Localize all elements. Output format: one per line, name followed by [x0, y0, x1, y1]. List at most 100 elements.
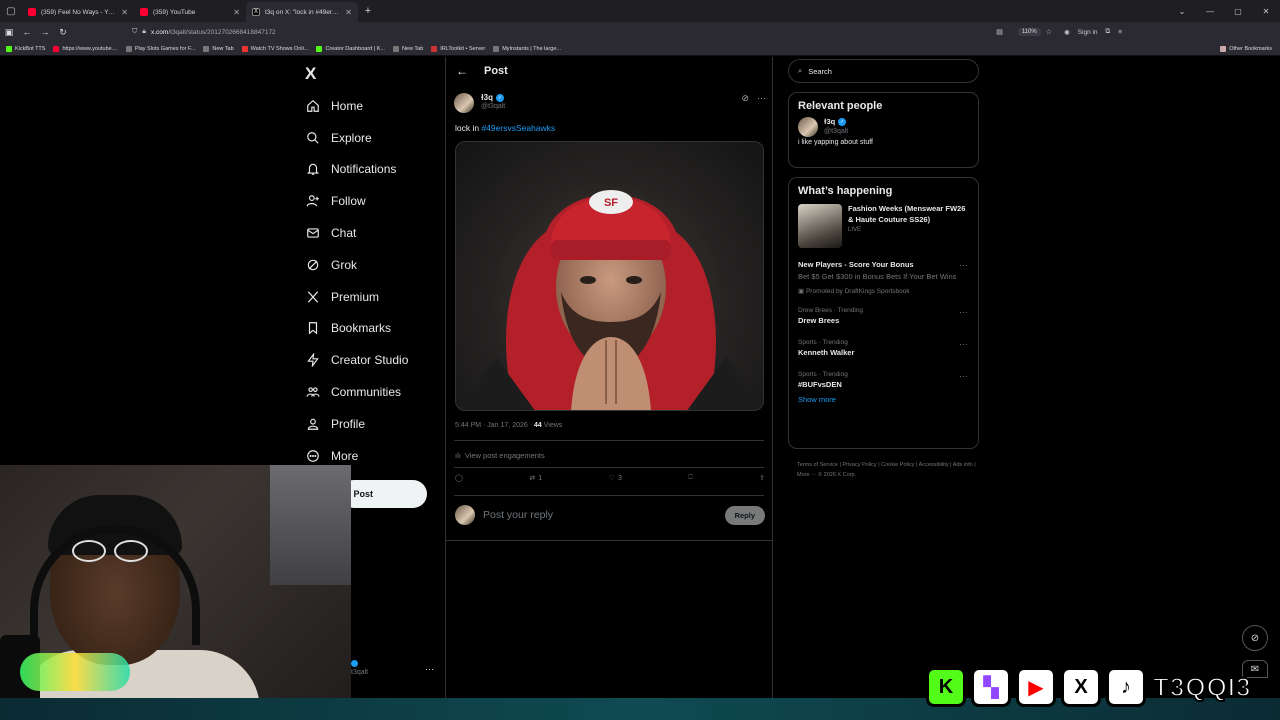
nav-item-profile[interactable]: Profile [305, 408, 408, 440]
show-more-link[interactable]: Show more [789, 389, 978, 414]
new-tab-button[interactable]: + [358, 5, 378, 17]
bookmark-item[interactable]: KickBot TTS [6, 45, 45, 52]
search-input[interactable]: ⌕ Search [788, 59, 979, 83]
close-window-icon[interactable]: ✕ [1252, 7, 1280, 16]
bookmark-item[interactable]: IRLToolkit • Server [431, 45, 485, 52]
tab-overview-icon[interactable]: ▢ [0, 0, 22, 22]
browser-tab-1[interactable]: (359) Feel No Ways - YouTu ✕ [22, 2, 134, 22]
post-media-image[interactable]: SF [455, 141, 764, 411]
author-handle[interactable]: @t3qalt [481, 103, 505, 110]
browser-tab-2[interactable]: (359) YouTube ✕ [134, 2, 246, 22]
address-bar[interactable]: ⛉ 🔒︎ x.com/t3qalt/status/201270266841884… [132, 24, 1052, 40]
nav-label: Follow [331, 194, 366, 209]
avatar[interactable] [454, 93, 474, 113]
rgb-microphone [20, 653, 130, 691]
forward-icon[interactable]: → [36, 27, 54, 37]
page-title: Post [484, 65, 508, 77]
nav-item-creator-studio[interactable]: Creator Studio [305, 344, 408, 376]
close-icon[interactable]: ✕ [345, 8, 352, 17]
back-icon[interactable]: ← [18, 27, 36, 37]
account-more-icon[interactable]: ··· [425, 664, 434, 674]
grok-icon[interactable]: ⊘ [741, 93, 749, 113]
window-controls: ⌄ — ▢ ✕ [1168, 7, 1280, 16]
reply-action[interactable]: ◯ [455, 474, 463, 482]
nav-label: Home [331, 98, 364, 113]
view-engagements-link[interactable]: ılı View post engagements [455, 451, 545, 460]
featured-event[interactable]: Fashion Weeks (Menswear FW26 & Haute Cou… [789, 202, 978, 258]
bookmark-item[interactable]: New Tab [392, 45, 423, 52]
reader-view-icon[interactable]: ▤ [996, 28, 1003, 36]
bookmark-action[interactable]: ⎕ [688, 474, 692, 482]
background-wall [270, 465, 351, 585]
minimize-icon[interactable]: — [1196, 7, 1224, 16]
share-action[interactable]: ⇪ [759, 474, 765, 482]
promoted-trend[interactable]: New Players - Score Your Bonus Bet $5 Ge… [789, 260, 978, 295]
account-handle: t3qalt [351, 669, 369, 676]
more-icon[interactable]: ··· [959, 260, 968, 270]
close-icon[interactable]: ✕ [233, 8, 240, 17]
close-icon[interactable]: ✕ [121, 8, 128, 17]
author-name-row[interactable]: ɫ3q ✓ [481, 93, 505, 102]
reply-input[interactable]: Post your reply [483, 509, 553, 521]
glasses [72, 540, 152, 564]
zoom-level[interactable]: 110% [1017, 28, 1041, 36]
grok-floating-icon[interactable]: ⊘ [1242, 625, 1268, 651]
lock-icon: 🔒︎ [142, 28, 146, 35]
account-icon[interactable]: ◉ [1064, 28, 1070, 36]
browser-tab-3[interactable]: X t3q on X: "lock in #49ersvsSea ✕ [246, 2, 358, 22]
bookmark-item[interactable]: https://www.youtube.... [53, 45, 118, 52]
bookmark-item[interactable]: Play Slots Games for F... [125, 45, 195, 52]
home-icon [305, 98, 321, 114]
more-icon[interactable]: ··· [959, 307, 968, 317]
repost-action[interactable]: ⇄ 1 [529, 474, 542, 483]
sign-in-link[interactable]: Sign in [1078, 29, 1098, 36]
extensions-icon[interactable]: ⧉ [1106, 28, 1111, 36]
more-icon[interactable]: ··· [757, 93, 766, 113]
x-logo-icon[interactable]: X [305, 64, 316, 84]
maximize-icon[interactable]: ▢ [1224, 7, 1252, 16]
nav-item-premium[interactable]: Premium [305, 281, 408, 313]
person-icon [305, 416, 321, 432]
toolbar-right: ◉ Sign in ⧉ ≡ [1064, 28, 1132, 36]
trend-item[interactable]: Drew Brees · Trending Drew Brees ··· [789, 307, 978, 325]
verified-badge-icon: ✓ [496, 93, 504, 102]
nav-item-follow[interactable]: Follow [305, 185, 408, 217]
reload-icon[interactable]: ↻ [54, 27, 72, 38]
bookmark-item[interactable]: MyInstants | The large... [493, 45, 561, 52]
search-icon [305, 130, 321, 146]
reply-composer: Post your reply Reply [455, 505, 765, 525]
relevant-person[interactable]: ɫ3q ✓ @t3qalt i like yapping about stuff [789, 117, 978, 152]
back-arrow-icon[interactable]: ← [456, 64, 468, 78]
account-switcher[interactable]: t3qalt [351, 660, 368, 676]
tab-title: t3q on X: "lock in #49ersvsSea [265, 8, 340, 16]
like-action[interactable]: ♡ 3 [609, 474, 622, 483]
more-icon[interactable]: ··· [959, 371, 968, 381]
nav-item-explore[interactable]: Explore [305, 122, 408, 154]
bar-chart-icon: ılı [455, 451, 461, 460]
trend-item[interactable]: Sports · Trending #BUFvsDEN ··· [789, 371, 978, 389]
bookmark-item[interactable]: Creator Dashboard | K... [316, 45, 385, 52]
nav-item-grok[interactable]: Grok [305, 249, 408, 281]
other-bookmarks[interactable]: Other Bookmarks [1220, 45, 1280, 52]
reply-button[interactable]: Reply [724, 505, 765, 525]
nav-item-communities[interactable]: Communities [305, 376, 408, 408]
nav-item-bookmarks[interactable]: Bookmarks [305, 313, 408, 345]
hashtag-link[interactable]: #49ersvsSeahawks [481, 123, 555, 133]
footer-links[interactable]: Terms of Service | Privacy Policy | Cook… [797, 460, 977, 481]
verified-badge-icon [351, 660, 358, 667]
more-icon[interactable]: ··· [959, 339, 968, 349]
bookmark-item[interactable]: Watch TV Shows Onli... [241, 45, 308, 52]
webcam-overlay [0, 465, 351, 720]
divider [446, 540, 772, 541]
sidebar-toggle-icon[interactable]: ▣ [0, 27, 18, 38]
whats-happening-title: What’s happening [798, 185, 893, 197]
star-icon[interactable]: ☆ [1046, 28, 1052, 36]
nav-item-home[interactable]: Home [305, 90, 408, 122]
bookmark-item[interactable]: New Tab [203, 45, 234, 52]
compose-post-button[interactable]: Post [340, 480, 427, 508]
menu-icon[interactable]: ≡ [1118, 29, 1122, 36]
nav-item-chat[interactable]: Chat [305, 217, 408, 249]
chevron-down-icon[interactable]: ⌄ [1168, 7, 1196, 16]
nav-item-notifications[interactable]: Notifications [305, 154, 408, 186]
trend-item[interactable]: Sports · Trending Kenneth Walker ··· [789, 339, 978, 357]
